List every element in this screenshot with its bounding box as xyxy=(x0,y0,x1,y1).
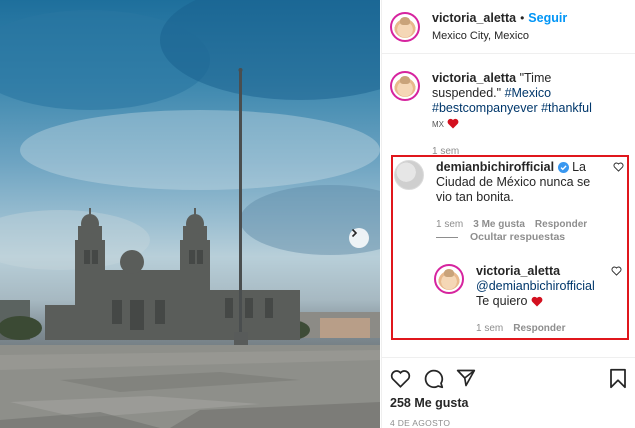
hashtag-link[interactable]: #bestcompanyever xyxy=(432,101,538,115)
comment-time: 1 sem xyxy=(436,219,464,230)
bookmark-icon xyxy=(610,368,626,388)
likes-count[interactable]: 258 Me gusta xyxy=(390,396,627,410)
comments-section[interactable]: victoria_aletta "Time suspended." #Mexic… xyxy=(382,55,635,357)
chevron-right-icon xyxy=(351,228,358,238)
heart-outline-icon[interactable] xyxy=(611,266,622,276)
comment-likes[interactable]: 3 Me gusta xyxy=(473,217,525,232)
header-username[interactable]: victoria_aletta xyxy=(432,11,516,25)
photo-scene xyxy=(0,0,380,428)
comment: demianbichirofficial La Ciudad de México… xyxy=(394,160,624,232)
verified-badge-icon xyxy=(557,162,569,174)
follow-button[interactable]: Seguir xyxy=(528,11,567,25)
heart-icon xyxy=(390,369,411,388)
reply-meta: 1 sem Responder xyxy=(476,321,596,336)
reply-text: Te quiero xyxy=(476,294,528,308)
avatar[interactable] xyxy=(390,71,420,101)
comment-button[interactable] xyxy=(423,368,444,389)
action-icons xyxy=(390,362,627,394)
header-text: victoria_aletta • Seguir Mexico City, Mexi… xyxy=(432,11,567,43)
share-button[interactable] xyxy=(456,368,476,388)
caption-username[interactable]: victoria_aletta xyxy=(432,71,516,85)
reply-body: victoria_aletta @demianbichirofficial Te… xyxy=(476,264,596,336)
post-side-panel: victoria_aletta • Seguir Mexico City, Mexi… xyxy=(381,0,635,428)
red-heart-icon xyxy=(531,297,543,307)
hide-replies-button[interactable]: Ocultar respuestas xyxy=(436,231,565,243)
caption: victoria_aletta "Time suspended." #Mexic… xyxy=(382,55,635,159)
avatar[interactable] xyxy=(434,264,464,294)
post-header: victoria_aletta • Seguir Mexico City, Mexi… xyxy=(382,0,635,54)
reply-time: 1 sem xyxy=(476,323,504,334)
hide-replies-line xyxy=(436,236,458,238)
reply-button[interactable]: Responder xyxy=(513,321,565,336)
avatar[interactable] xyxy=(390,11,420,42)
red-heart-icon xyxy=(448,119,459,129)
avatar[interactable] xyxy=(394,160,424,190)
post-photo[interactable] xyxy=(0,0,380,428)
save-button[interactable] xyxy=(609,368,627,389)
comment-body: demianbichirofficial La Ciudad de México… xyxy=(436,160,596,232)
location-link[interactable]: Mexico City, Mexico xyxy=(432,29,567,43)
post-date: 4 DE AGOSTO xyxy=(390,418,451,428)
flag-text: MX xyxy=(432,120,444,129)
comment-icon xyxy=(424,369,444,388)
hide-replies-label: Ocultar respuestas xyxy=(470,231,566,243)
like-button[interactable] xyxy=(390,369,411,388)
action-bar: 258 Me gusta 4 DE AGOSTO xyxy=(382,357,635,428)
reply-username[interactable]: victoria_aletta xyxy=(476,264,560,278)
next-photo-button[interactable] xyxy=(349,228,369,248)
share-icon xyxy=(456,369,476,387)
comment-meta: 1 sem 3 Me gusta Responder xyxy=(436,217,596,232)
mention-link[interactable]: @demianbichirofficial xyxy=(476,279,595,293)
header-separator: • xyxy=(520,10,525,25)
hashtag-link[interactable]: #thankful xyxy=(541,101,592,115)
heart-outline-icon[interactable] xyxy=(613,162,624,172)
reply-comment: victoria_aletta @demianbichirofficial Te… xyxy=(434,264,624,336)
reply-button[interactable]: Responder xyxy=(535,217,587,232)
comment-username[interactable]: demianbichirofficial xyxy=(436,160,554,174)
caption-body: victoria_aletta "Time suspended." #Mexic… xyxy=(432,71,607,159)
hashtag-link[interactable]: #Mexico xyxy=(505,86,552,100)
